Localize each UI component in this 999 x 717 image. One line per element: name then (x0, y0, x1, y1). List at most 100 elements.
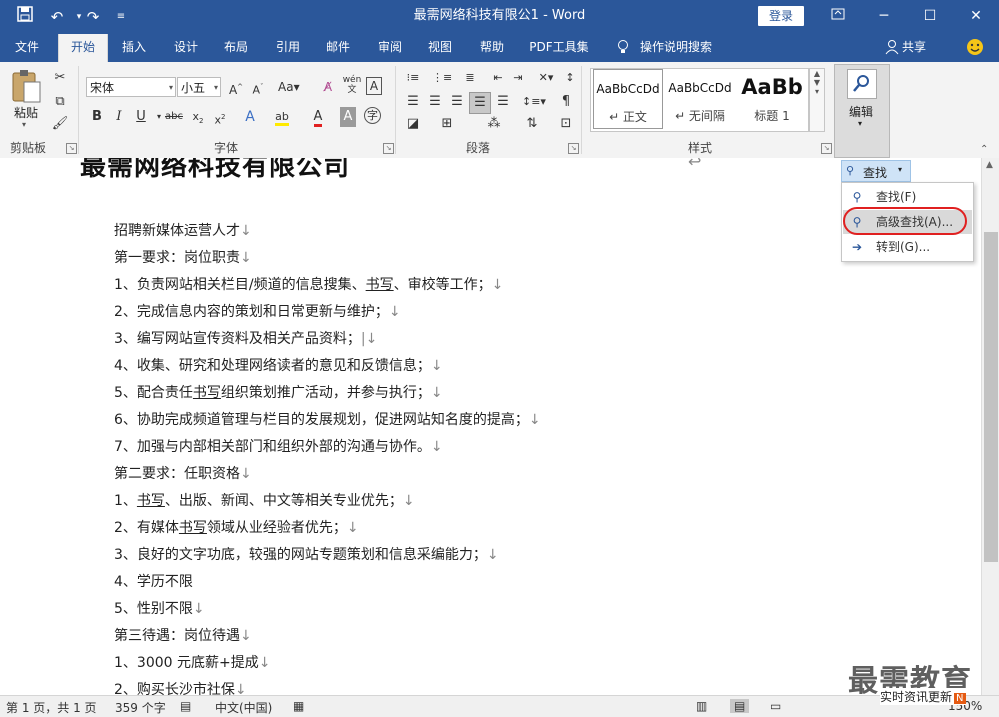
tell-me-search[interactable]: 操作说明搜索 (640, 34, 720, 62)
character-border-icon[interactable]: A (366, 77, 382, 95)
justify-icon[interactable]: ☰ (469, 92, 491, 114)
tab-mailings[interactable]: 邮件 (318, 34, 358, 62)
proofing-icon[interactable]: ▤ (180, 699, 191, 713)
strikethrough-icon[interactable]: abc (164, 107, 184, 127)
paste-icon[interactable] (10, 68, 44, 108)
bullets-icon[interactable]: ⁝≡ (403, 68, 423, 88)
close-icon[interactable]: ✕ (953, 0, 999, 32)
watermark-sub: 实时资讯更新 N (880, 688, 966, 705)
asian-layout-icon[interactable]: ⁂ (484, 114, 504, 134)
borders-icon[interactable]: ⊞ (437, 114, 457, 134)
title-bar: ↶ ▾ ↷ ≡ 最需网络科技有限公1 - Word 登录 ─ ☐ ✕ (0, 0, 999, 34)
align-left-icon[interactable]: ☰ (403, 92, 423, 112)
vertical-scrollbar[interactable]: ▲ (981, 158, 999, 695)
editing-button[interactable]: 编辑 ▾ (834, 64, 890, 158)
print-layout-icon[interactable]: ▤ (730, 699, 750, 713)
save-icon[interactable] (12, 6, 38, 28)
page-count[interactable]: 第 1 页，共 1 页 (6, 699, 97, 716)
customize-qat-icon[interactable]: ≡ (108, 6, 134, 28)
font-launcher-icon[interactable]: ↘ (383, 143, 394, 154)
doc-line: 2、有媒体书写领域从业经验者优先；↓ (114, 520, 359, 536)
paste-dropdown-icon[interactable]: ▾ (22, 120, 26, 129)
accessibility-icon[interactable]: ▦ (293, 699, 304, 713)
font-color-icon[interactable]: A (308, 107, 328, 127)
scroll-thumb[interactable] (984, 232, 998, 562)
grow-font-icon[interactable]: A^ (226, 77, 246, 97)
style-sample: AaBb (741, 75, 803, 99)
share-button[interactable]: 共享 (902, 34, 930, 62)
show-marks-icon[interactable]: ¶ (556, 92, 576, 112)
distributed-icon[interactable]: ☰ (493, 92, 513, 112)
clipboard-launcher-icon[interactable]: ↘ (66, 143, 77, 154)
tab-insert[interactable]: 插入 (114, 34, 154, 62)
change-case-icon[interactable]: Aa▾ (278, 77, 300, 97)
document-page[interactable]: 最需网络科技有限公司 ↩ 招聘新媒体运营人才↓ 第一要求：岗位职责↓ 1、负责网… (0, 158, 981, 695)
text-direction-icon[interactable]: ⇅ (522, 114, 542, 134)
menu-item-goto[interactable]: ➔ 转到(G)... (843, 235, 972, 259)
paste-label[interactable]: 粘贴 (14, 104, 38, 121)
styles-scroll[interactable]: ▲ ▼ ▾ (809, 68, 825, 132)
text-effects-icon[interactable]: A (240, 107, 260, 127)
cut-icon[interactable]: ✂ (50, 68, 70, 88)
tab-design[interactable]: 设计 (166, 34, 206, 62)
format-painter-icon[interactable]: 🖌 (50, 114, 70, 134)
chevron-down-icon: ▾ (858, 119, 863, 128)
language-status[interactable]: 中文(中国) (215, 699, 272, 716)
character-shading-icon[interactable]: A (340, 107, 356, 127)
phonetic-guide-icon[interactable]: wén 文 (342, 75, 362, 95)
style-heading1[interactable]: AaBb 标题 1 (737, 69, 807, 129)
tab-references[interactable]: 引用 (268, 34, 308, 62)
subscript-icon[interactable]: x2 (188, 107, 208, 127)
tab-layout[interactable]: 布局 (216, 34, 256, 62)
smiley-icon[interactable] (964, 34, 986, 62)
arrow-right-icon: ➔ (851, 240, 863, 254)
align-right-icon[interactable]: ☰ (447, 92, 467, 112)
lightbulb-icon (612, 34, 634, 62)
find-split-button[interactable]: ⚲ 查找 ▾ (841, 160, 911, 182)
enclose-characters-icon[interactable]: 字 (364, 107, 381, 124)
maximize-icon[interactable]: ☐ (907, 0, 953, 32)
font-name-combo[interactable]: 宋体 ▾ (86, 77, 176, 97)
menu-item-find[interactable]: ⚲ 查找(F) (843, 185, 972, 209)
read-mode-icon[interactable]: ▥ (696, 699, 707, 713)
bold-button[interactable]: B (87, 107, 107, 127)
increase-indent-icon[interactable]: ⇥ (508, 68, 528, 88)
paragraph-launcher-icon[interactable]: ↘ (568, 143, 579, 154)
scroll-up-icon[interactable]: ▲ (986, 160, 993, 170)
paragraph-dialog-icon[interactable]: ⊡ (556, 114, 576, 134)
minimize-icon[interactable]: ─ (861, 0, 907, 32)
copy-icon[interactable]: ⧉ (50, 92, 70, 112)
font-size-combo[interactable]: 小五 ▾ (177, 77, 221, 97)
web-layout-icon[interactable]: ▭ (770, 699, 781, 713)
style-normal[interactable]: AaBbCcDd ↵ 正文 (593, 69, 663, 129)
align-center-icon[interactable]: ☰ (425, 92, 445, 112)
decrease-indent-icon[interactable]: ⇤ (488, 68, 508, 88)
layout-options-icon[interactable]: ↩ (688, 158, 701, 171)
numbering-icon[interactable]: ⋮≡ (432, 68, 452, 88)
ribbon-display-icon[interactable] (815, 0, 861, 32)
tab-review[interactable]: 审阅 (370, 34, 410, 62)
sort-icon[interactable]: ↕ (560, 68, 580, 88)
redo-icon[interactable]: ↷ (80, 6, 106, 28)
shading-icon[interactable]: ◪ (403, 114, 423, 134)
shrink-font-icon[interactable]: Aˇ (248, 77, 268, 97)
tab-view[interactable]: 视图 (420, 34, 460, 62)
tab-file[interactable]: 文件 (6, 34, 48, 62)
line-spacing-icon[interactable]: ↕≡▾ (522, 92, 546, 112)
word-count[interactable]: 359 个字 (115, 699, 166, 716)
style-no-spacing[interactable]: AaBbCcDd ↵ 无间隔 (665, 69, 735, 129)
superscript-icon[interactable]: x2 (210, 107, 230, 127)
tab-help[interactable]: 帮助 (472, 34, 512, 62)
underline-button[interactable]: U (131, 107, 151, 127)
collapse-ribbon-icon[interactable]: ⌃ (980, 144, 988, 155)
divider (78, 66, 79, 154)
tab-home[interactable]: 开始 (58, 34, 108, 62)
clear-formatting-icon[interactable]: A̸ (318, 77, 338, 97)
login-button[interactable]: 登录 (758, 6, 804, 26)
styles-launcher-icon[interactable]: ↘ (821, 143, 832, 154)
tab-pdf-tools[interactable]: PDF工具集 (524, 34, 594, 62)
multilevel-list-icon[interactable]: ≣ (460, 68, 480, 88)
highlight-icon[interactable]: ab (272, 107, 292, 127)
chinese-layout-icon[interactable]: ✕▾ (536, 68, 556, 88)
italic-button[interactable]: I (109, 107, 129, 127)
